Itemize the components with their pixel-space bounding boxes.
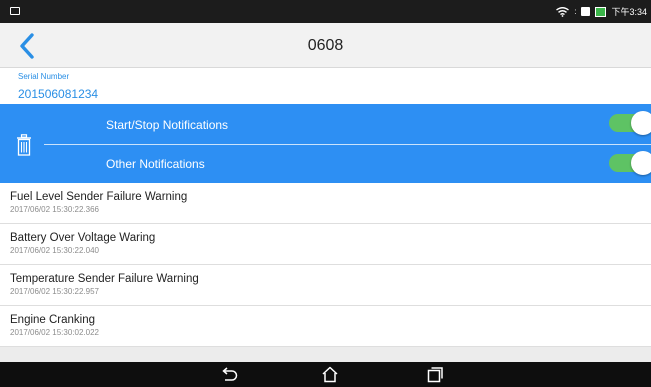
nav-recent-apps-icon[interactable] <box>425 365 445 384</box>
notification-timestamp: 2017/06/02 15:30:22.040 <box>10 246 99 255</box>
notification-icon <box>10 7 20 15</box>
list-item[interactable]: Temperature Sender Failure Warning 2017/… <box>0 265 651 306</box>
list-footer-spacer <box>0 347 651 362</box>
serial-section: Serial Number 201506081234 <box>0 68 651 104</box>
notification-timestamp: 2017/06/02 15:30:22.366 <box>10 205 99 214</box>
notification-title: Battery Over Voltage Waring <box>10 232 156 244</box>
notification-timestamp: 2017/06/02 15:30:02.022 <box>10 328 99 337</box>
notification-title: Temperature Sender Failure Warning <box>10 273 199 285</box>
notification-timestamp: 2017/06/02 15:30:22.957 <box>10 287 99 296</box>
toggle-knob <box>631 151 651 175</box>
list-item[interactable]: Fuel Level Sender Failure Warning 2017/0… <box>0 183 651 224</box>
page-title: 0608 <box>307 37 344 54</box>
start-stop-notifications-toggle[interactable] <box>609 110 651 135</box>
toggle-knob <box>631 111 651 135</box>
status-time: 下午3:34 <box>611 7 647 17</box>
other-notifications-label: Other Notifications <box>106 157 205 171</box>
status-bar: : 下午3:34 <box>0 0 651 23</box>
app-header: 0608 <box>0 23 651 68</box>
battery-icon <box>595 6 607 17</box>
sim-icon <box>581 7 591 16</box>
start-stop-notifications-label: Start/Stop Notifications <box>106 118 229 132</box>
signal-dots: : <box>574 7 577 16</box>
nav-back-icon[interactable] <box>219 365 239 384</box>
notification-title: Engine Cranking <box>10 314 96 326</box>
notification-list: Fuel Level Sender Failure Warning 2017/0… <box>0 183 651 347</box>
status-icons: : 下午3:34 <box>556 0 647 23</box>
nav-home-icon[interactable] <box>320 365 340 384</box>
serial-number-label: Serial Number <box>18 72 70 81</box>
system-nav-bar <box>0 362 651 387</box>
other-notifications-toggle[interactable] <box>609 150 651 175</box>
trash-icon[interactable] <box>16 134 32 156</box>
list-item[interactable]: Battery Over Voltage Waring 2017/06/02 1… <box>0 224 651 265</box>
list-item[interactable]: Engine Cranking 2017/06/02 15:30:02.022 <box>0 306 651 347</box>
settings-divider <box>44 144 651 145</box>
wifi-icon <box>556 6 570 17</box>
notification-title: Fuel Level Sender Failure Warning <box>10 191 188 203</box>
notification-settings-panel: Start/Stop Notifications Other Notificat… <box>0 104 651 183</box>
serial-number-value: 201506081234 <box>18 87 99 101</box>
